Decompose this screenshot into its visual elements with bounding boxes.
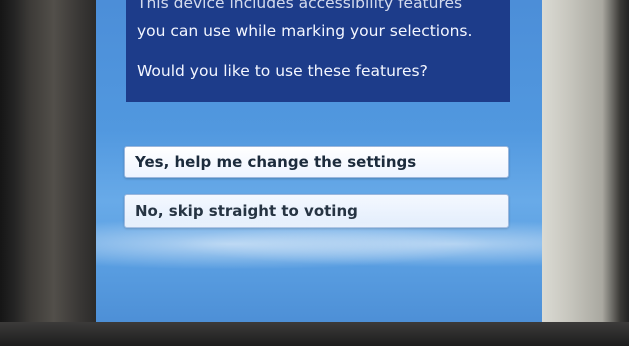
device-bezel-bottom — [0, 322, 629, 346]
prompt-line-1: This device includes accessibility featu… — [137, 0, 463, 12]
photo-of-voting-machine: This device includes accessibility featu… — [0, 0, 629, 346]
touch-screen: This device includes accessibility featu… — [96, 0, 542, 324]
skip-to-voting-label: No, skip straight to voting — [135, 202, 358, 220]
prompt-question: Would you like to use these features? — [137, 62, 428, 80]
yes-change-settings-button[interactable]: Yes, help me change the settings — [124, 146, 509, 178]
yes-change-settings-label: Yes, help me change the settings — [135, 153, 417, 171]
prompt-line-2: you can use while marking your selection… — [137, 22, 473, 40]
device-bezel-left — [0, 0, 98, 346]
skip-to-voting-button[interactable]: No, skip straight to voting — [124, 194, 509, 228]
accessibility-prompt-panel: This device includes accessibility featu… — [126, 0, 510, 102]
device-bezel-right — [540, 0, 629, 346]
